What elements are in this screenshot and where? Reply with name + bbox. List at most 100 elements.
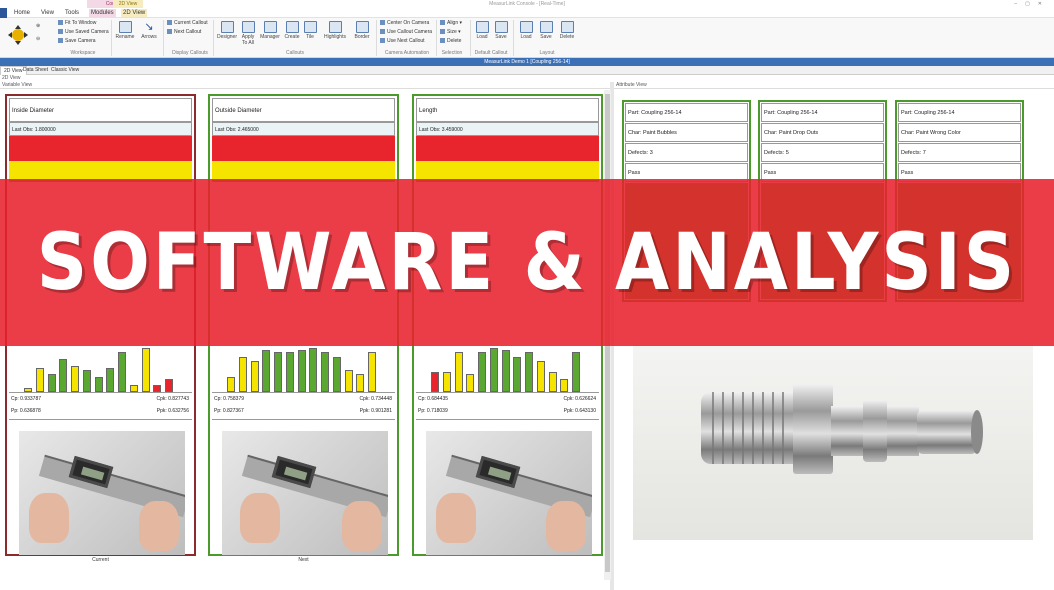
border-icon bbox=[355, 21, 369, 33]
histogram-bar bbox=[501, 350, 510, 392]
save-camera-button[interactable]: Save Camera bbox=[58, 38, 96, 45]
histogram-bar bbox=[478, 352, 487, 392]
create-button[interactable]: Create bbox=[283, 21, 301, 40]
next-callout-button[interactable]: Next Callout bbox=[167, 29, 201, 36]
load-icon bbox=[519, 21, 533, 33]
highlights-icon bbox=[328, 21, 342, 33]
save-icon bbox=[539, 21, 553, 33]
cpk-value: Cpk: 0.734448 bbox=[359, 396, 392, 402]
tab-data-sheet[interactable]: Data Sheet bbox=[20, 66, 51, 75]
histogram-bar bbox=[344, 370, 353, 392]
ribbon-separator bbox=[213, 20, 214, 56]
pan-control[interactable] bbox=[8, 24, 28, 46]
attribute-view-header: Attribute View bbox=[614, 82, 1054, 89]
manager-icon bbox=[263, 21, 277, 33]
apply-icon bbox=[241, 21, 255, 33]
warning-zone bbox=[212, 161, 395, 180]
out-of-spec-zone bbox=[416, 136, 599, 161]
banner-heading: SOFTWARE & ANALYSIS bbox=[36, 216, 1018, 308]
layout-load-button[interactable]: Load bbox=[518, 21, 534, 40]
ribbon-separator bbox=[513, 20, 514, 56]
ribbon: ⊕ ⊖ Fit To Window Use Saved Camera Save … bbox=[0, 18, 1054, 58]
app-menu-button[interactable] bbox=[0, 8, 7, 18]
menu-home[interactable]: Home bbox=[14, 9, 30, 17]
layout-delete-button[interactable]: Delete bbox=[558, 21, 576, 40]
cpk-value: Cpk: 0.827743 bbox=[156, 396, 189, 402]
menu-view[interactable]: View bbox=[41, 9, 54, 17]
ppk-value: Ppk: 0.901281 bbox=[359, 408, 392, 414]
histogram-bar bbox=[560, 379, 569, 392]
save-camera-icon bbox=[58, 38, 63, 43]
border-button[interactable]: Border bbox=[352, 21, 372, 40]
control-chart bbox=[416, 136, 599, 182]
menu-tools[interactable]: Tools bbox=[65, 9, 79, 17]
histogram-bar bbox=[274, 352, 283, 392]
histogram-bar bbox=[141, 348, 150, 392]
attribute-part: Part: Coupling 256-14 bbox=[761, 103, 884, 122]
cp-value: Cp: 0.758379 bbox=[214, 396, 245, 402]
out-of-spec-zone bbox=[9, 136, 192, 161]
fit-icon bbox=[58, 20, 63, 25]
next-camera-icon bbox=[380, 38, 385, 43]
use-saved-camera-button[interactable]: Use Saved Camera bbox=[58, 29, 109, 36]
histogram-bar bbox=[454, 352, 463, 392]
center-on-camera-button[interactable]: Center On Camera bbox=[380, 20, 429, 27]
tile-icon bbox=[303, 21, 317, 33]
out-of-spec-zone bbox=[212, 136, 395, 161]
layout-save-button[interactable]: Save bbox=[538, 21, 554, 40]
arrows-button[interactable]: ↘ Arrows bbox=[138, 21, 160, 40]
default-callout-load-button[interactable]: Load bbox=[474, 21, 490, 40]
center-icon bbox=[380, 20, 385, 25]
size-dropdown[interactable]: Size ▾ bbox=[440, 29, 461, 36]
panel-caption: Next bbox=[298, 557, 309, 563]
cpk-value: Cpk: 0.626624 bbox=[563, 396, 596, 402]
histogram bbox=[212, 346, 395, 392]
window-controls[interactable]: –▢✕ bbox=[1014, 0, 1050, 8]
align-dropdown[interactable]: Align ▾ bbox=[440, 20, 462, 27]
zoom-in-icon[interactable]: ⊕ bbox=[36, 23, 40, 29]
designer-button[interactable]: Designer bbox=[216, 21, 238, 40]
histogram-bar bbox=[285, 352, 294, 392]
attribute-part: Part: Coupling 256-14 bbox=[898, 103, 1021, 122]
tab-classic-view[interactable]: Classic View bbox=[48, 66, 82, 75]
view-tabs: 2D View Data Sheet Classic View bbox=[0, 66, 1054, 76]
last-observation: Last Obs: 1.800000 bbox=[9, 122, 192, 136]
group-layout: Layout bbox=[539, 50, 555, 56]
histogram-bar bbox=[525, 352, 534, 392]
default-callout-save-button[interactable]: Save bbox=[493, 21, 509, 40]
pan-arrows-icon bbox=[8, 25, 28, 45]
apply-to-all-button[interactable]: Apply To All bbox=[239, 21, 257, 46]
variable-view-header: Variable View bbox=[0, 82, 612, 89]
menu-modules[interactable]: Modules bbox=[89, 9, 116, 17]
characteristic-name: Inside Diameter bbox=[9, 98, 192, 122]
use-callout-camera-button[interactable]: Use Callout Camera bbox=[380, 29, 432, 36]
hand bbox=[29, 493, 69, 543]
fit-to-window-button[interactable]: Fit To Window bbox=[58, 20, 96, 27]
size-icon bbox=[440, 29, 445, 34]
histogram-bar bbox=[262, 350, 271, 392]
measurement-photo bbox=[426, 431, 592, 555]
manager-button[interactable]: Manager bbox=[258, 21, 282, 40]
current-callout-button[interactable]: Current Callout bbox=[167, 20, 208, 27]
group-default-callout: Default Callout bbox=[474, 50, 508, 56]
create-icon bbox=[285, 21, 299, 33]
characteristic-name: Length bbox=[416, 98, 599, 122]
histogram-bar bbox=[227, 377, 235, 392]
group-selection: Selection bbox=[441, 50, 463, 56]
delete-selection-button[interactable]: Delete bbox=[440, 38, 461, 45]
use-next-callout-button[interactable]: Use Next Callout bbox=[380, 38, 425, 45]
coupling-image bbox=[701, 384, 983, 474]
hand bbox=[139, 501, 179, 551]
measurement-photo bbox=[222, 431, 388, 555]
histogram bbox=[416, 346, 599, 392]
menu-2dview[interactable]: 2D View bbox=[121, 9, 148, 17]
tile-button[interactable]: Tile bbox=[302, 21, 318, 40]
group-camera-automation: Camera Automation bbox=[384, 50, 430, 56]
highlights-button[interactable]: Highlights bbox=[322, 21, 348, 40]
pp-value: Pp: 0.718039 bbox=[418, 408, 448, 414]
pane-header: 2D View bbox=[0, 75, 612, 82]
part-photo bbox=[633, 344, 1033, 540]
rename-button[interactable]: Rename bbox=[114, 21, 136, 40]
histogram bbox=[9, 346, 192, 392]
zoom-out-icon[interactable]: ⊖ bbox=[36, 36, 40, 42]
